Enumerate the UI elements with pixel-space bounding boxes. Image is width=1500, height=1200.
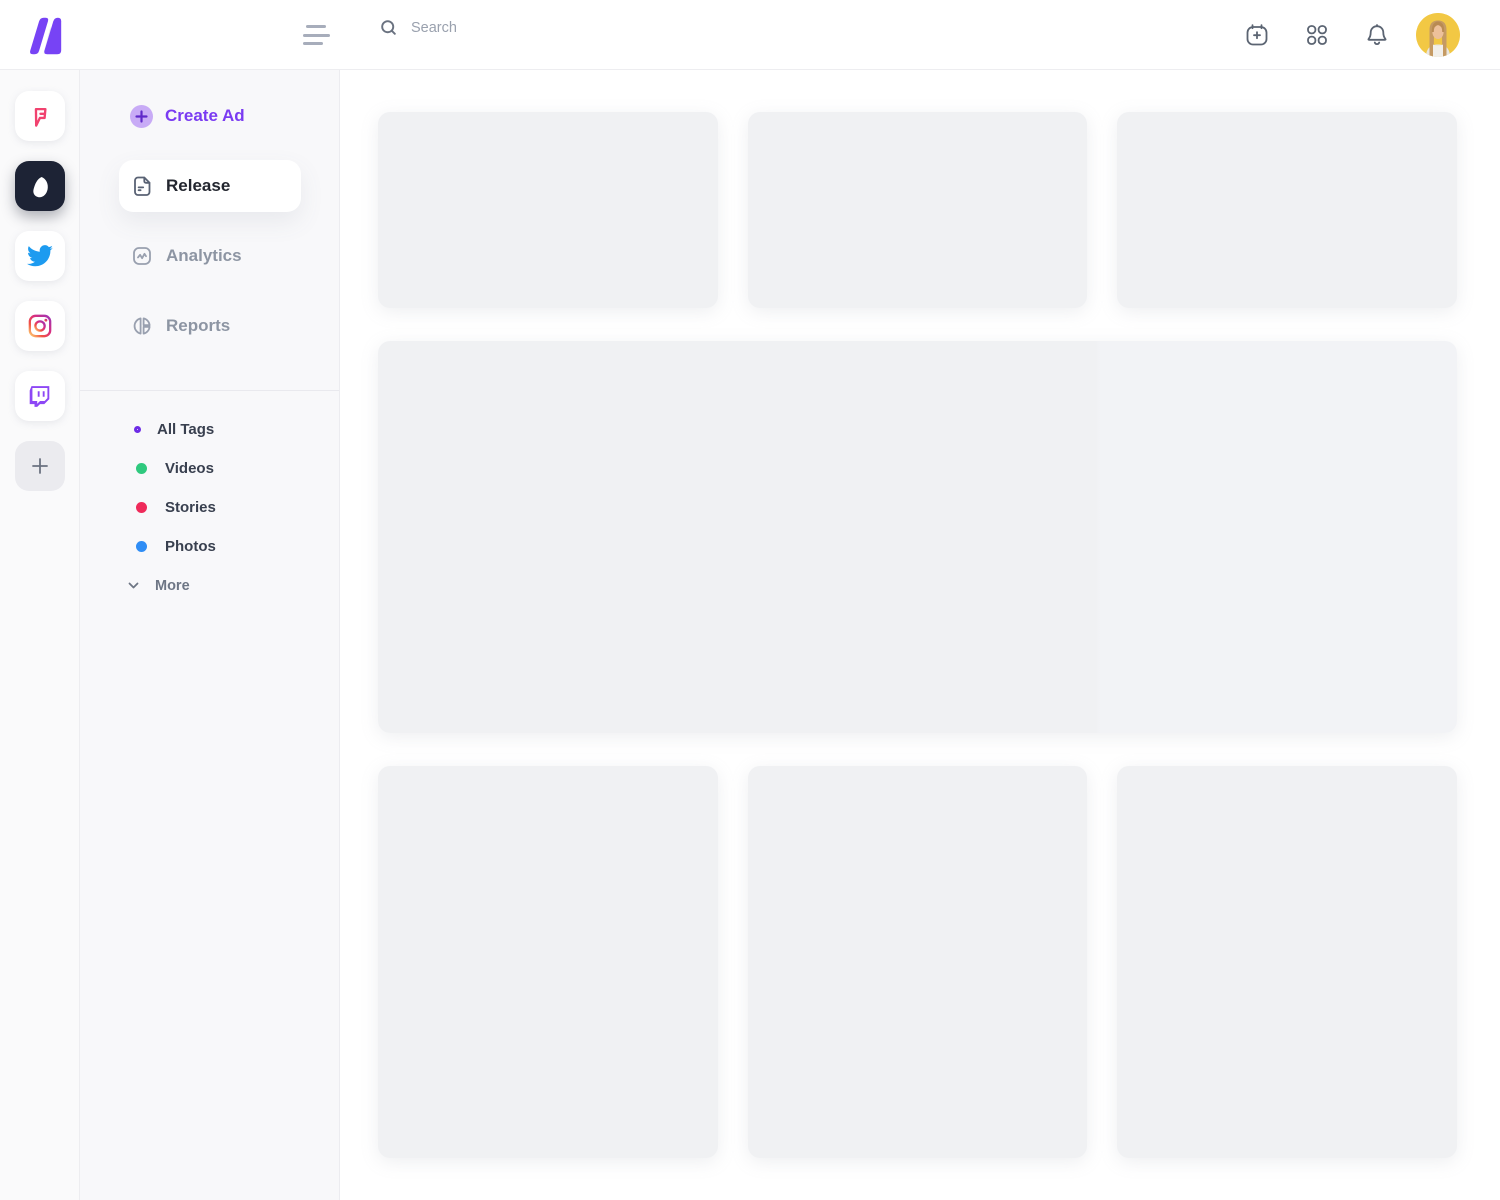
skeleton-card[interactable]	[748, 112, 1088, 308]
tag-label: Stories	[165, 499, 216, 516]
calendar-add-icon[interactable]	[1244, 22, 1270, 48]
add-workspace-button[interactable]	[15, 441, 65, 491]
top-bar	[0, 0, 1500, 70]
ring-bullet-icon	[134, 426, 141, 433]
search-bar	[379, 18, 799, 37]
twitter-icon[interactable]	[15, 231, 65, 281]
bell-icon[interactable]	[1364, 22, 1390, 48]
tag-label: All Tags	[157, 421, 214, 438]
tag-filter-list: All Tags Videos Stories Photos	[80, 391, 339, 605]
tag-label: Photos	[165, 538, 216, 555]
tag-label: Videos	[165, 460, 214, 477]
skeleton-card-featured[interactable]	[378, 341, 1457, 733]
twitch-icon[interactable]	[15, 371, 65, 421]
sidebar-item-label: Analytics	[166, 246, 242, 266]
content-area	[341, 70, 1500, 1200]
dot-bullet-icon	[136, 541, 147, 552]
app-logo[interactable]	[22, 13, 66, 57]
dot-bullet-icon	[136, 463, 147, 474]
tags-more-label: More	[155, 578, 190, 594]
skeleton-card[interactable]	[748, 766, 1088, 1158]
document-icon	[130, 174, 154, 198]
skeleton-card[interactable]	[1117, 766, 1457, 1158]
create-ad-button[interactable]: Create Ad	[80, 100, 339, 132]
tag-photos[interactable]: Photos	[80, 527, 339, 566]
sidebar-menu: Release Analytics	[80, 160, 339, 352]
sidebar-item-release[interactable]: Release	[119, 160, 301, 212]
user-avatar[interactable]	[1416, 13, 1460, 57]
envato-icon[interactable]	[15, 161, 65, 211]
skeleton-card[interactable]	[378, 112, 718, 308]
plus-icon	[30, 456, 50, 476]
skeleton-card[interactable]	[1117, 112, 1457, 308]
workspace-rail	[0, 70, 80, 1200]
search-input[interactable]	[411, 20, 751, 36]
pie-chart-icon	[130, 314, 154, 338]
hamburger-menu-icon[interactable]	[303, 23, 331, 47]
tag-videos[interactable]: Videos	[80, 449, 339, 488]
card-grid	[378, 112, 1457, 1158]
plus-circle-icon	[130, 105, 153, 128]
chevron-down-icon	[126, 578, 141, 593]
tag-all-tags[interactable]: All Tags	[80, 410, 339, 449]
sidebar-item-reports[interactable]: Reports	[80, 300, 339, 352]
tag-stories[interactable]: Stories	[80, 488, 339, 527]
foursquare-icon[interactable]	[15, 91, 65, 141]
dot-bullet-icon	[136, 502, 147, 513]
sidebar-item-analytics[interactable]: Analytics	[80, 230, 339, 282]
topbar-actions	[1244, 0, 1460, 70]
sidebar-item-label: Release	[166, 176, 230, 196]
tags-more-button[interactable]: More	[80, 566, 339, 605]
search-icon	[379, 18, 398, 37]
sidebar: Create Ad Release	[80, 70, 340, 1200]
skeleton-card[interactable]	[378, 766, 718, 1158]
pulse-chart-icon	[130, 244, 154, 268]
create-ad-label: Create Ad	[165, 106, 245, 126]
apps-grid-icon[interactable]	[1304, 22, 1330, 48]
sidebar-item-label: Reports	[166, 316, 230, 336]
instagram-icon[interactable]	[15, 301, 65, 351]
